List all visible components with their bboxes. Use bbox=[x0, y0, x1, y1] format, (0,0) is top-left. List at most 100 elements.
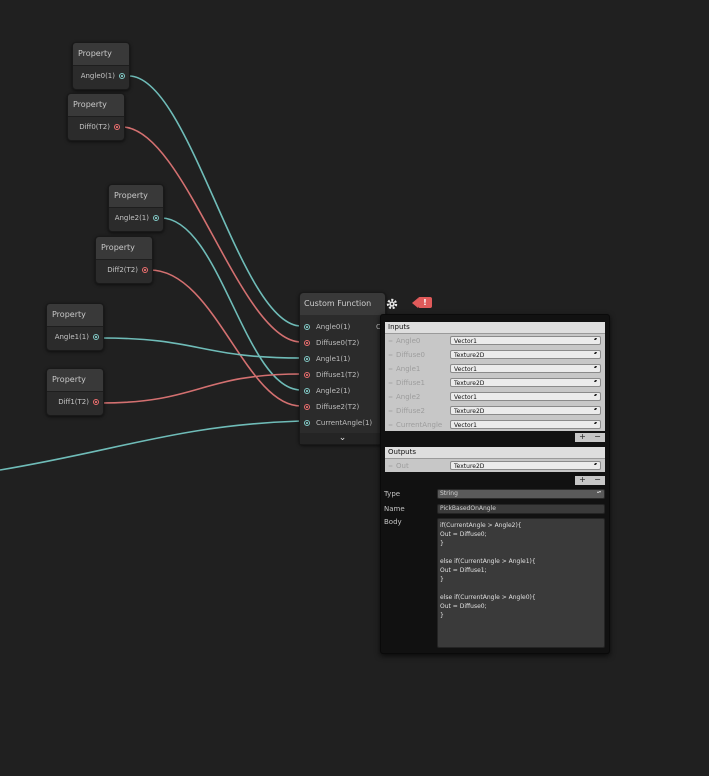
type-select[interactable]: String bbox=[437, 489, 605, 499]
wire-currentangle bbox=[0, 420, 302, 471]
remove-input-button[interactable]: − bbox=[594, 433, 601, 442]
output-list-item[interactable]: = Out Texture2D bbox=[385, 459, 605, 473]
node-title: Property bbox=[96, 237, 152, 260]
node-title: Property bbox=[68, 94, 124, 117]
input-port[interactable] bbox=[304, 372, 310, 378]
body-label: Body bbox=[384, 518, 402, 526]
input-label: Angle0(1) bbox=[316, 323, 351, 331]
port-label: Diff0(T2) bbox=[79, 123, 110, 131]
node-title: Property bbox=[109, 185, 163, 208]
inputs-add-remove: + − bbox=[575, 433, 605, 442]
type-dropdown[interactable]: Vector1 bbox=[450, 420, 601, 429]
input-port-row[interactable]: Angle2(1) bbox=[300, 383, 385, 399]
input-port[interactable] bbox=[304, 356, 310, 362]
outputs-add-remove: + − bbox=[575, 476, 605, 485]
input-list-item[interactable]: = Angle2 Vector1 bbox=[385, 390, 605, 404]
type-label: Type bbox=[384, 490, 401, 498]
input-port-row[interactable]: Angle0(1) bbox=[300, 319, 385, 335]
node-title: Property bbox=[47, 304, 103, 327]
input-port[interactable] bbox=[304, 404, 310, 410]
wire-diff1 bbox=[100, 373, 302, 404]
drag-handle-icon[interactable]: = bbox=[385, 408, 396, 415]
wire-diff2 bbox=[149, 269, 302, 407]
input-port[interactable] bbox=[304, 420, 310, 426]
property-node-diff2[interactable]: Property Diff2(T2) bbox=[95, 236, 153, 284]
input-label: CurrentAngle(1) bbox=[316, 419, 373, 427]
input-port[interactable] bbox=[304, 324, 310, 330]
warning-badge: ! bbox=[418, 297, 432, 308]
property-node-angle0[interactable]: Property Angle0(1) bbox=[72, 42, 130, 90]
type-dropdown[interactable]: Vector1 bbox=[450, 336, 601, 345]
input-list-item[interactable]: = Angle1 Vector1 bbox=[385, 362, 605, 376]
custom-function-header[interactable]: Custom Function bbox=[300, 293, 398, 315]
node-title: Property bbox=[73, 43, 129, 66]
property-node-diff0[interactable]: Property Diff0(T2) bbox=[67, 93, 125, 141]
type-select-value: String bbox=[440, 490, 458, 497]
input-list-item[interactable]: = Diffuse1 Texture2D bbox=[385, 376, 605, 390]
type-dropdown[interactable]: Texture2D bbox=[450, 406, 601, 415]
custom-function-node[interactable]: Custom Function Angle0(1) Diffuse0(T2) A… bbox=[299, 292, 398, 445]
output-port[interactable] bbox=[93, 399, 99, 405]
port-label: Angle1(1) bbox=[54, 333, 89, 341]
output-port[interactable] bbox=[119, 73, 125, 79]
type-dropdown[interactable]: Texture2D bbox=[450, 461, 601, 470]
input-port-row[interactable]: Diffuse2(T2) bbox=[300, 399, 385, 415]
input-port-row[interactable]: Angle1(1) bbox=[300, 351, 385, 367]
port-label: Angle0(1) bbox=[80, 72, 115, 80]
output-port[interactable] bbox=[153, 215, 159, 221]
remove-output-button[interactable]: − bbox=[594, 476, 601, 485]
input-label: Angle1(1) bbox=[316, 355, 351, 363]
drag-handle-icon[interactable]: = bbox=[385, 463, 396, 470]
output-port[interactable] bbox=[142, 267, 148, 273]
type-dropdown[interactable]: Texture2D bbox=[450, 350, 601, 359]
drag-handle-icon[interactable]: = bbox=[385, 352, 396, 359]
property-node-angle1[interactable]: Property Angle1(1) bbox=[46, 303, 104, 351]
custom-function-settings-panel: Inputs =Angle0Vector1 =Diffuse0Texture2D… bbox=[380, 314, 610, 654]
wire-diff0 bbox=[121, 126, 302, 343]
input-label: Diffuse2(T2) bbox=[316, 403, 360, 411]
drag-handle-icon[interactable]: = bbox=[385, 366, 396, 373]
outputs-list: Outputs = Out Texture2D bbox=[385, 447, 605, 472]
port-label: Diff2(T2) bbox=[107, 266, 138, 274]
add-output-button[interactable]: + bbox=[579, 476, 586, 485]
inputs-header: Inputs bbox=[385, 322, 605, 334]
body-code-editor[interactable]: if(CurrentAngle > Angle2){ Out = Diffuse… bbox=[437, 518, 605, 648]
inputs-list: Inputs =Angle0Vector1 =Diffuse0Texture2D… bbox=[385, 322, 605, 431]
input-list-item[interactable]: = CurrentAngle Vector1 bbox=[385, 418, 605, 432]
input-port-row[interactable]: CurrentAngle(1) bbox=[300, 415, 385, 431]
type-dropdown[interactable]: Vector1 bbox=[450, 364, 601, 373]
type-dropdown[interactable]: Texture2D bbox=[450, 378, 601, 387]
drag-handle-icon[interactable]: = bbox=[385, 422, 396, 429]
name-field-value: PickBasedOnAngle bbox=[440, 505, 496, 512]
input-label: Diffuse1(T2) bbox=[316, 371, 360, 379]
output-port[interactable] bbox=[93, 334, 99, 340]
input-port-row[interactable]: Diffuse1(T2) bbox=[300, 367, 385, 383]
name-label: Name bbox=[384, 505, 405, 513]
drag-handle-icon[interactable]: = bbox=[385, 338, 396, 345]
drag-handle-icon[interactable]: = bbox=[385, 380, 396, 387]
input-label: Diffuse0(T2) bbox=[316, 339, 360, 347]
node-title: Custom Function bbox=[304, 299, 372, 308]
output-port[interactable] bbox=[114, 124, 120, 130]
gear-icon[interactable] bbox=[385, 297, 399, 311]
input-port[interactable] bbox=[304, 388, 310, 394]
input-port[interactable] bbox=[304, 340, 310, 346]
type-dropdown[interactable]: Vector1 bbox=[450, 392, 601, 401]
input-list-item[interactable]: = Diffuse0 Texture2D bbox=[385, 348, 605, 362]
add-input-button[interactable]: + bbox=[579, 433, 586, 442]
chevron-down-icon[interactable]: ⌄ bbox=[300, 433, 385, 444]
wire-angle1 bbox=[101, 337, 302, 359]
port-label: Diff1(T2) bbox=[58, 398, 89, 406]
drag-handle-icon[interactable]: = bbox=[385, 394, 396, 401]
property-node-diff1[interactable]: Property Diff1(T2) bbox=[46, 368, 104, 416]
port-label: Angle2(1) bbox=[114, 214, 149, 222]
input-label: Angle2(1) bbox=[316, 387, 351, 395]
input-list-item[interactable]: = Angle0 Vector1 bbox=[385, 334, 605, 348]
input-list-item[interactable]: = Diffuse2 Texture2D bbox=[385, 404, 605, 418]
input-port-row[interactable]: Diffuse0(T2) bbox=[300, 335, 385, 351]
wire-angle2 bbox=[160, 217, 302, 391]
outputs-header: Outputs bbox=[385, 447, 605, 459]
property-node-angle2[interactable]: Property Angle2(1) bbox=[108, 184, 164, 232]
name-field[interactable]: PickBasedOnAngle bbox=[437, 504, 605, 514]
node-title: Property bbox=[47, 369, 103, 392]
